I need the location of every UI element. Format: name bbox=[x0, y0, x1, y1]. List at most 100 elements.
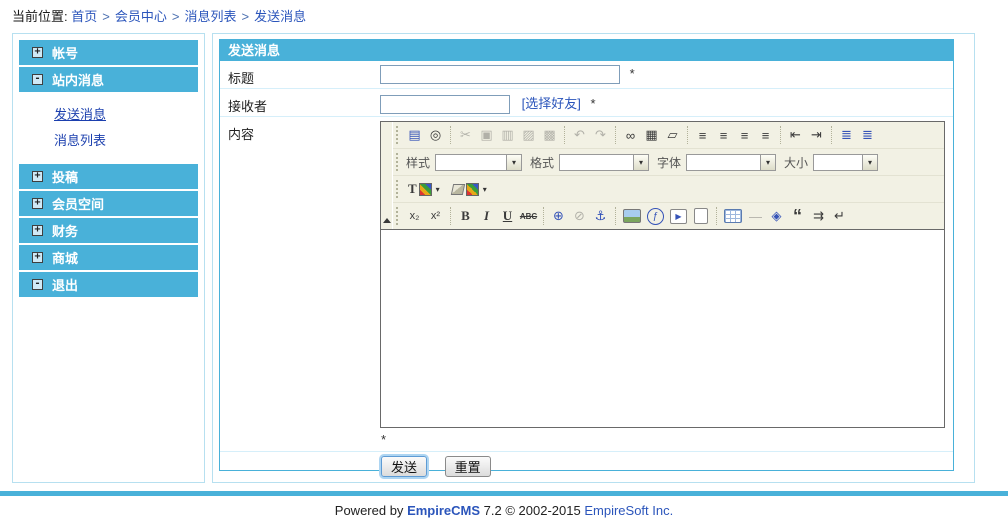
send-message-form: 发送消息 标题 * 接收者 [选择好友] * 内容 ▤ ◎ ✂ ▣ ▥ ▨ ▩ … bbox=[219, 39, 954, 477]
size-dropdown[interactable] bbox=[813, 153, 879, 171]
preview-icon[interactable]: ◎ bbox=[425, 125, 446, 145]
text-color-icon: T bbox=[408, 181, 417, 196]
toolbar-separator bbox=[716, 207, 717, 225]
superscript-icon[interactable]: x² bbox=[425, 206, 446, 226]
sidebar-item-label: 财务 bbox=[52, 224, 79, 239]
title-label: 标题 bbox=[228, 71, 255, 86]
align-right-icon[interactable]: ≡ bbox=[734, 125, 755, 145]
copy-icon[interactable]: ▣ bbox=[476, 125, 497, 145]
breadcrumb-link-member-center[interactable]: 会员中心 bbox=[115, 9, 167, 24]
outdent-icon[interactable]: ⇤ bbox=[785, 125, 806, 145]
text-color-button[interactable]: T bbox=[404, 180, 444, 198]
bullet-list-icon[interactable]: ≣ bbox=[857, 125, 878, 145]
source-icon[interactable]: ▤ bbox=[404, 125, 425, 145]
required-mark: * bbox=[629, 65, 635, 81]
align-left-icon[interactable]: ≡ bbox=[692, 125, 713, 145]
sidebar-item-label: 退出 bbox=[52, 278, 79, 293]
receiver-input[interactable] bbox=[380, 95, 510, 115]
toolbar-separator bbox=[831, 126, 832, 144]
chevron-down-icon bbox=[863, 153, 879, 171]
toolbar-separator bbox=[543, 207, 544, 225]
widget-icon[interactable]: ◈ bbox=[766, 206, 787, 226]
unlink-icon[interactable]: ⊘ bbox=[569, 206, 590, 226]
find-icon[interactable]: ∞ bbox=[620, 125, 641, 145]
subscript-icon[interactable]: x₂ bbox=[404, 206, 425, 226]
italic-icon[interactable]: I bbox=[476, 206, 497, 226]
sidebar-item-site-messages[interactable]: 站内消息 bbox=[19, 67, 198, 92]
strikethrough-icon[interactable]: ABC bbox=[518, 206, 539, 226]
template-icon[interactable]: ⇉ bbox=[808, 206, 829, 226]
sidebar: 帐号 站内消息 发送消息 消息列表 投稿 会员空间 财务 商城 退出 bbox=[12, 33, 205, 483]
underline-icon[interactable]: U bbox=[497, 206, 518, 226]
reset-button[interactable]: 重置 bbox=[444, 456, 491, 477]
paste-icon[interactable]: ▥ bbox=[497, 125, 518, 145]
submenu-item-message-list[interactable]: 消息列表 bbox=[54, 128, 198, 154]
new-page-icon[interactable] bbox=[694, 208, 708, 224]
bold-icon[interactable]: B bbox=[455, 206, 476, 226]
breadcrumb-current-send-message[interactable]: 发送消息 bbox=[254, 9, 306, 24]
expand-icon bbox=[32, 252, 43, 263]
toolbar-row-2: 样式 格式 字体 大小 bbox=[393, 149, 944, 176]
breadcrumb-link-message-list[interactable]: 消息列表 bbox=[184, 9, 236, 24]
title-input[interactable] bbox=[380, 65, 620, 84]
background-color-button[interactable] bbox=[448, 182, 491, 197]
editor-content-area[interactable] bbox=[381, 230, 944, 427]
sidebar-item-finance[interactable]: 财务 bbox=[19, 218, 198, 243]
style-combo-label: 样式 bbox=[406, 155, 431, 170]
indent-icon[interactable]: ⇥ bbox=[806, 125, 827, 145]
remove-format-icon[interactable]: ▱ bbox=[662, 125, 683, 145]
sidebar-item-logout[interactable]: 退出 bbox=[19, 272, 198, 297]
choose-friends-link[interactable]: [选择好友] bbox=[522, 96, 581, 111]
collapse-toolbar-button[interactable] bbox=[381, 122, 393, 229]
toolbar-separator bbox=[450, 207, 451, 225]
sidebar-item-member-space[interactable]: 会员空间 bbox=[19, 191, 198, 216]
redo-icon[interactable]: ↷ bbox=[590, 125, 611, 145]
cut-icon[interactable]: ✂ bbox=[455, 125, 476, 145]
breadcrumb-separator: > bbox=[102, 9, 110, 24]
justify-icon[interactable]: ≡ bbox=[755, 125, 776, 145]
media-icon[interactable]: ▶ bbox=[670, 208, 687, 224]
send-message-panel: 发送消息 标题 * 接收者 [选择好友] * 内容 ▤ ◎ ✂ ▣ ▥ ▨ ▩ … bbox=[212, 33, 975, 483]
blockquote-icon[interactable]: “ bbox=[787, 206, 808, 226]
toolbar-separator bbox=[564, 126, 565, 144]
toolbar-separator bbox=[615, 207, 616, 225]
font-combo-label: 字体 bbox=[657, 155, 682, 170]
line-break-icon[interactable]: ↵ bbox=[829, 206, 850, 226]
size-combo-label: 大小 bbox=[784, 155, 809, 170]
expand-icon bbox=[32, 171, 43, 182]
submenu-item-send-message[interactable]: 发送消息 bbox=[54, 102, 198, 128]
toolbar-separator bbox=[615, 126, 616, 144]
expand-icon bbox=[32, 225, 43, 236]
anchor-icon[interactable]: ⚓ bbox=[590, 206, 611, 226]
receiver-row: 接收者 [选择好友] * bbox=[220, 89, 953, 117]
toolbar-drag-handle bbox=[396, 126, 398, 144]
content-required-mark: * bbox=[381, 432, 387, 447]
style-dropdown[interactable] bbox=[435, 153, 523, 171]
expand-icon bbox=[32, 198, 43, 209]
table-icon[interactable] bbox=[724, 209, 742, 223]
toolbar-separator bbox=[780, 126, 781, 144]
horizontal-rule-icon[interactable]: — bbox=[745, 206, 766, 226]
buttons-row: 发送 重置 bbox=[220, 452, 953, 481]
undo-icon[interactable]: ↶ bbox=[569, 125, 590, 145]
empirecms-link[interactable]: EmpireCMS bbox=[407, 503, 480, 518]
sidebar-item-submit-article[interactable]: 投稿 bbox=[19, 164, 198, 189]
chevron-down-icon bbox=[507, 153, 523, 171]
ordered-list-icon[interactable]: ≣ bbox=[836, 125, 857, 145]
color-palette-icon bbox=[418, 182, 432, 196]
sidebar-item-account[interactable]: 帐号 bbox=[19, 40, 198, 65]
select-all-icon[interactable]: ▦ bbox=[641, 125, 662, 145]
empiresoft-link[interactable]: EmpireSoft Inc. bbox=[584, 503, 673, 518]
paste-word-icon[interactable]: ▩ bbox=[539, 125, 560, 145]
link-icon[interactable]: ⊕ bbox=[548, 206, 569, 226]
send-button[interactable]: 发送 bbox=[381, 456, 428, 477]
sidebar-item-mall[interactable]: 商城 bbox=[19, 245, 198, 270]
toolbar-row-4: x₂ x² B I U ABC ⊕ ⊘ ⚓ ƒ ▶ — ◈ “⇉ ↵ bbox=[393, 203, 944, 229]
image-icon[interactable] bbox=[623, 209, 641, 223]
align-center-icon[interactable]: ≡ bbox=[713, 125, 734, 145]
breadcrumb-link-home[interactable]: 首页 bbox=[71, 9, 97, 24]
format-dropdown[interactable] bbox=[559, 153, 650, 171]
flash-icon[interactable]: ƒ bbox=[647, 207, 664, 225]
font-dropdown[interactable] bbox=[686, 153, 777, 171]
paste-text-icon[interactable]: ▨ bbox=[518, 125, 539, 145]
